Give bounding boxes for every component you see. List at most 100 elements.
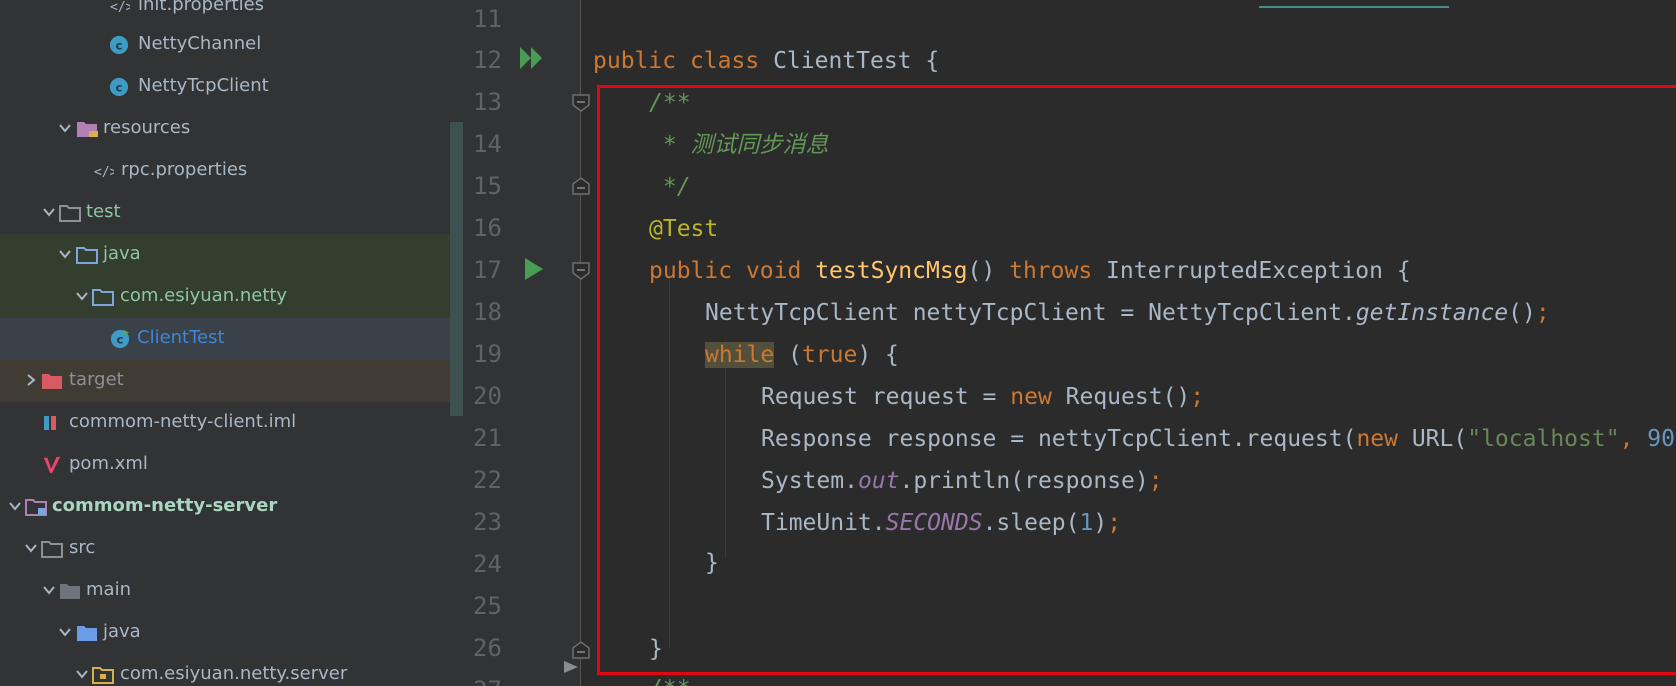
package-icon (92, 667, 114, 684)
folder-icon (60, 584, 80, 599)
line-number: 27 (473, 676, 521, 686)
line-number: 12 (473, 46, 502, 74)
chevron-down-icon[interactable] (42, 583, 56, 597)
chevron-down-icon[interactable] (58, 625, 72, 639)
tree-item-server-module[interactable]: commom-netty-server (0, 486, 450, 528)
folder-icon (41, 541, 63, 558)
line-number: 26 (473, 634, 502, 662)
editor-gutter: 11 12 13 14 15 16 17 18 19 20 21 22 23 2… (463, 0, 581, 686)
properties-file-icon: </> (110, 0, 130, 15)
code-line-12: public class ClientTest { (593, 48, 940, 74)
module-folder-icon (25, 499, 47, 516)
code-line-16: @Test (649, 216, 719, 242)
tree-item-label: main (86, 579, 131, 600)
sources-folder-icon (77, 626, 97, 641)
line-number: 16 (473, 214, 502, 242)
fold-end-icon[interactable] (571, 640, 591, 660)
code-line-13: /** (649, 90, 691, 116)
chevron-right-icon[interactable] (24, 373, 38, 387)
tree-item-nettytcpclient[interactable]: c NettyTcpClient (0, 66, 450, 108)
code-editor[interactable]: 11 12 13 14 15 16 17 18 19 20 21 22 23 2… (463, 0, 1676, 686)
tree-item-resources[interactable]: resources (0, 108, 450, 150)
package-icon (92, 289, 114, 306)
chevron-down-icon[interactable] (75, 667, 89, 681)
tree-item-label: target (69, 369, 124, 390)
chevron-down-icon[interactable] (8, 499, 22, 513)
tree-item-package-server[interactable]: com.esiyuan.netty.server (0, 654, 450, 686)
chevron-down-icon[interactable] (24, 541, 38, 555)
line-number: 18 (473, 298, 502, 326)
svg-text:c: c (117, 333, 124, 347)
properties-file-icon: </> (94, 165, 114, 180)
tree-item-label: com.esiyuan.netty (120, 285, 288, 306)
fold-end-icon[interactable] (571, 176, 591, 196)
tree-item-label: NettyTcpClient (138, 75, 269, 96)
code-line-20: Request request = new Request(); (761, 384, 1205, 410)
resources-folder-icon (77, 122, 98, 137)
tree-item-client-iml[interactable]: commom-netty-client.iml (0, 402, 450, 444)
tree-item-test-java[interactable]: java (0, 234, 450, 276)
code-line-21: Response response = nettyTcpClient.reque… (761, 426, 1675, 452)
tree-item-src[interactable]: src (0, 528, 450, 570)
line-number: 17 (473, 256, 502, 284)
test-sources-folder-icon (76, 247, 98, 264)
code-line-27: /** (649, 674, 691, 686)
folder-icon (59, 205, 81, 222)
code-line-23: TimeUnit.SECONDS.sleep(1); (761, 510, 1122, 536)
svg-text:</>: </> (94, 165, 114, 180)
tree-item-label: java (103, 243, 141, 264)
tree-scrollbar[interactable] (450, 122, 463, 416)
code-line-19: while (true) { (705, 342, 899, 368)
run-class-icon[interactable] (518, 45, 546, 71)
test-class-icon: c (110, 329, 130, 349)
tree-item-label: pom.xml (69, 453, 148, 474)
code-line-17: public void testSyncMsg() throws Interru… (649, 258, 1411, 284)
line-number: 19 (473, 340, 502, 368)
tree-item-label: commom-netty-client.iml (69, 411, 297, 432)
code-line-26: } (649, 636, 663, 662)
maven-icon (43, 456, 61, 474)
line-number: 21 (473, 424, 502, 452)
tree-item-label: rpc.properties (121, 159, 248, 180)
tree-item-label: resources (103, 117, 191, 138)
chevron-down-icon[interactable] (42, 205, 56, 219)
code-line-18: NettyTcpClient nettyTcpClient = NettyTcp… (705, 300, 1550, 326)
line-number: 25 (473, 592, 502, 620)
tree-item-main[interactable]: main (0, 570, 450, 612)
tree-item-label: com.esiyuan.netty.server (120, 663, 348, 684)
svg-text:c: c (116, 81, 123, 95)
code-line-15: */ (649, 174, 691, 200)
java-class-icon: c (109, 77, 129, 97)
tree-item-label: java (103, 621, 141, 642)
tree-item-clienttest[interactable]: c ClientTest (0, 318, 450, 360)
fold-collapse-icon[interactable] (571, 261, 591, 281)
code-line-14: * 测试同步消息 (649, 132, 829, 158)
line-number: 13 (473, 88, 502, 116)
tree-item-init-properties[interactable]: </> init.properties (0, 0, 450, 27)
svg-text:c: c (116, 39, 123, 53)
tree-item-pom[interactable]: pom.xml (0, 444, 450, 486)
iml-file-icon (44, 416, 56, 430)
tree-item-target[interactable]: target (0, 360, 450, 402)
chevron-down-icon[interactable] (75, 289, 89, 303)
tree-item-rpc-properties[interactable]: </> rpc.properties (0, 150, 450, 192)
java-class-icon: c (109, 35, 129, 55)
fold-collapse-icon[interactable] (571, 93, 591, 113)
tree-item-label: init.properties (138, 0, 265, 15)
line-number: 23 (473, 508, 502, 536)
tree-item-main-java[interactable]: java (0, 612, 450, 654)
code-area[interactable]: public class ClientTest { /** * 测试同步消息 *… (593, 0, 1676, 686)
project-tree: </> init.properties c NettyChannel c Net… (0, 0, 463, 686)
chevron-down-icon[interactable] (58, 121, 72, 135)
run-test-icon[interactable] (523, 256, 545, 282)
chevron-down-icon[interactable] (58, 247, 72, 261)
excluded-folder-icon (42, 374, 62, 389)
tree-item-test[interactable]: test (0, 192, 450, 234)
svg-text:</>: </> (110, 0, 130, 15)
line-number: 20 (473, 382, 502, 410)
tree-item-package-netty[interactable]: com.esiyuan.netty (0, 276, 450, 318)
tree-item-nettychannel[interactable]: c NettyChannel (0, 24, 450, 66)
line-number: 14 (473, 130, 502, 158)
line-number: 15 (473, 172, 502, 200)
line-number: 22 (473, 466, 502, 494)
